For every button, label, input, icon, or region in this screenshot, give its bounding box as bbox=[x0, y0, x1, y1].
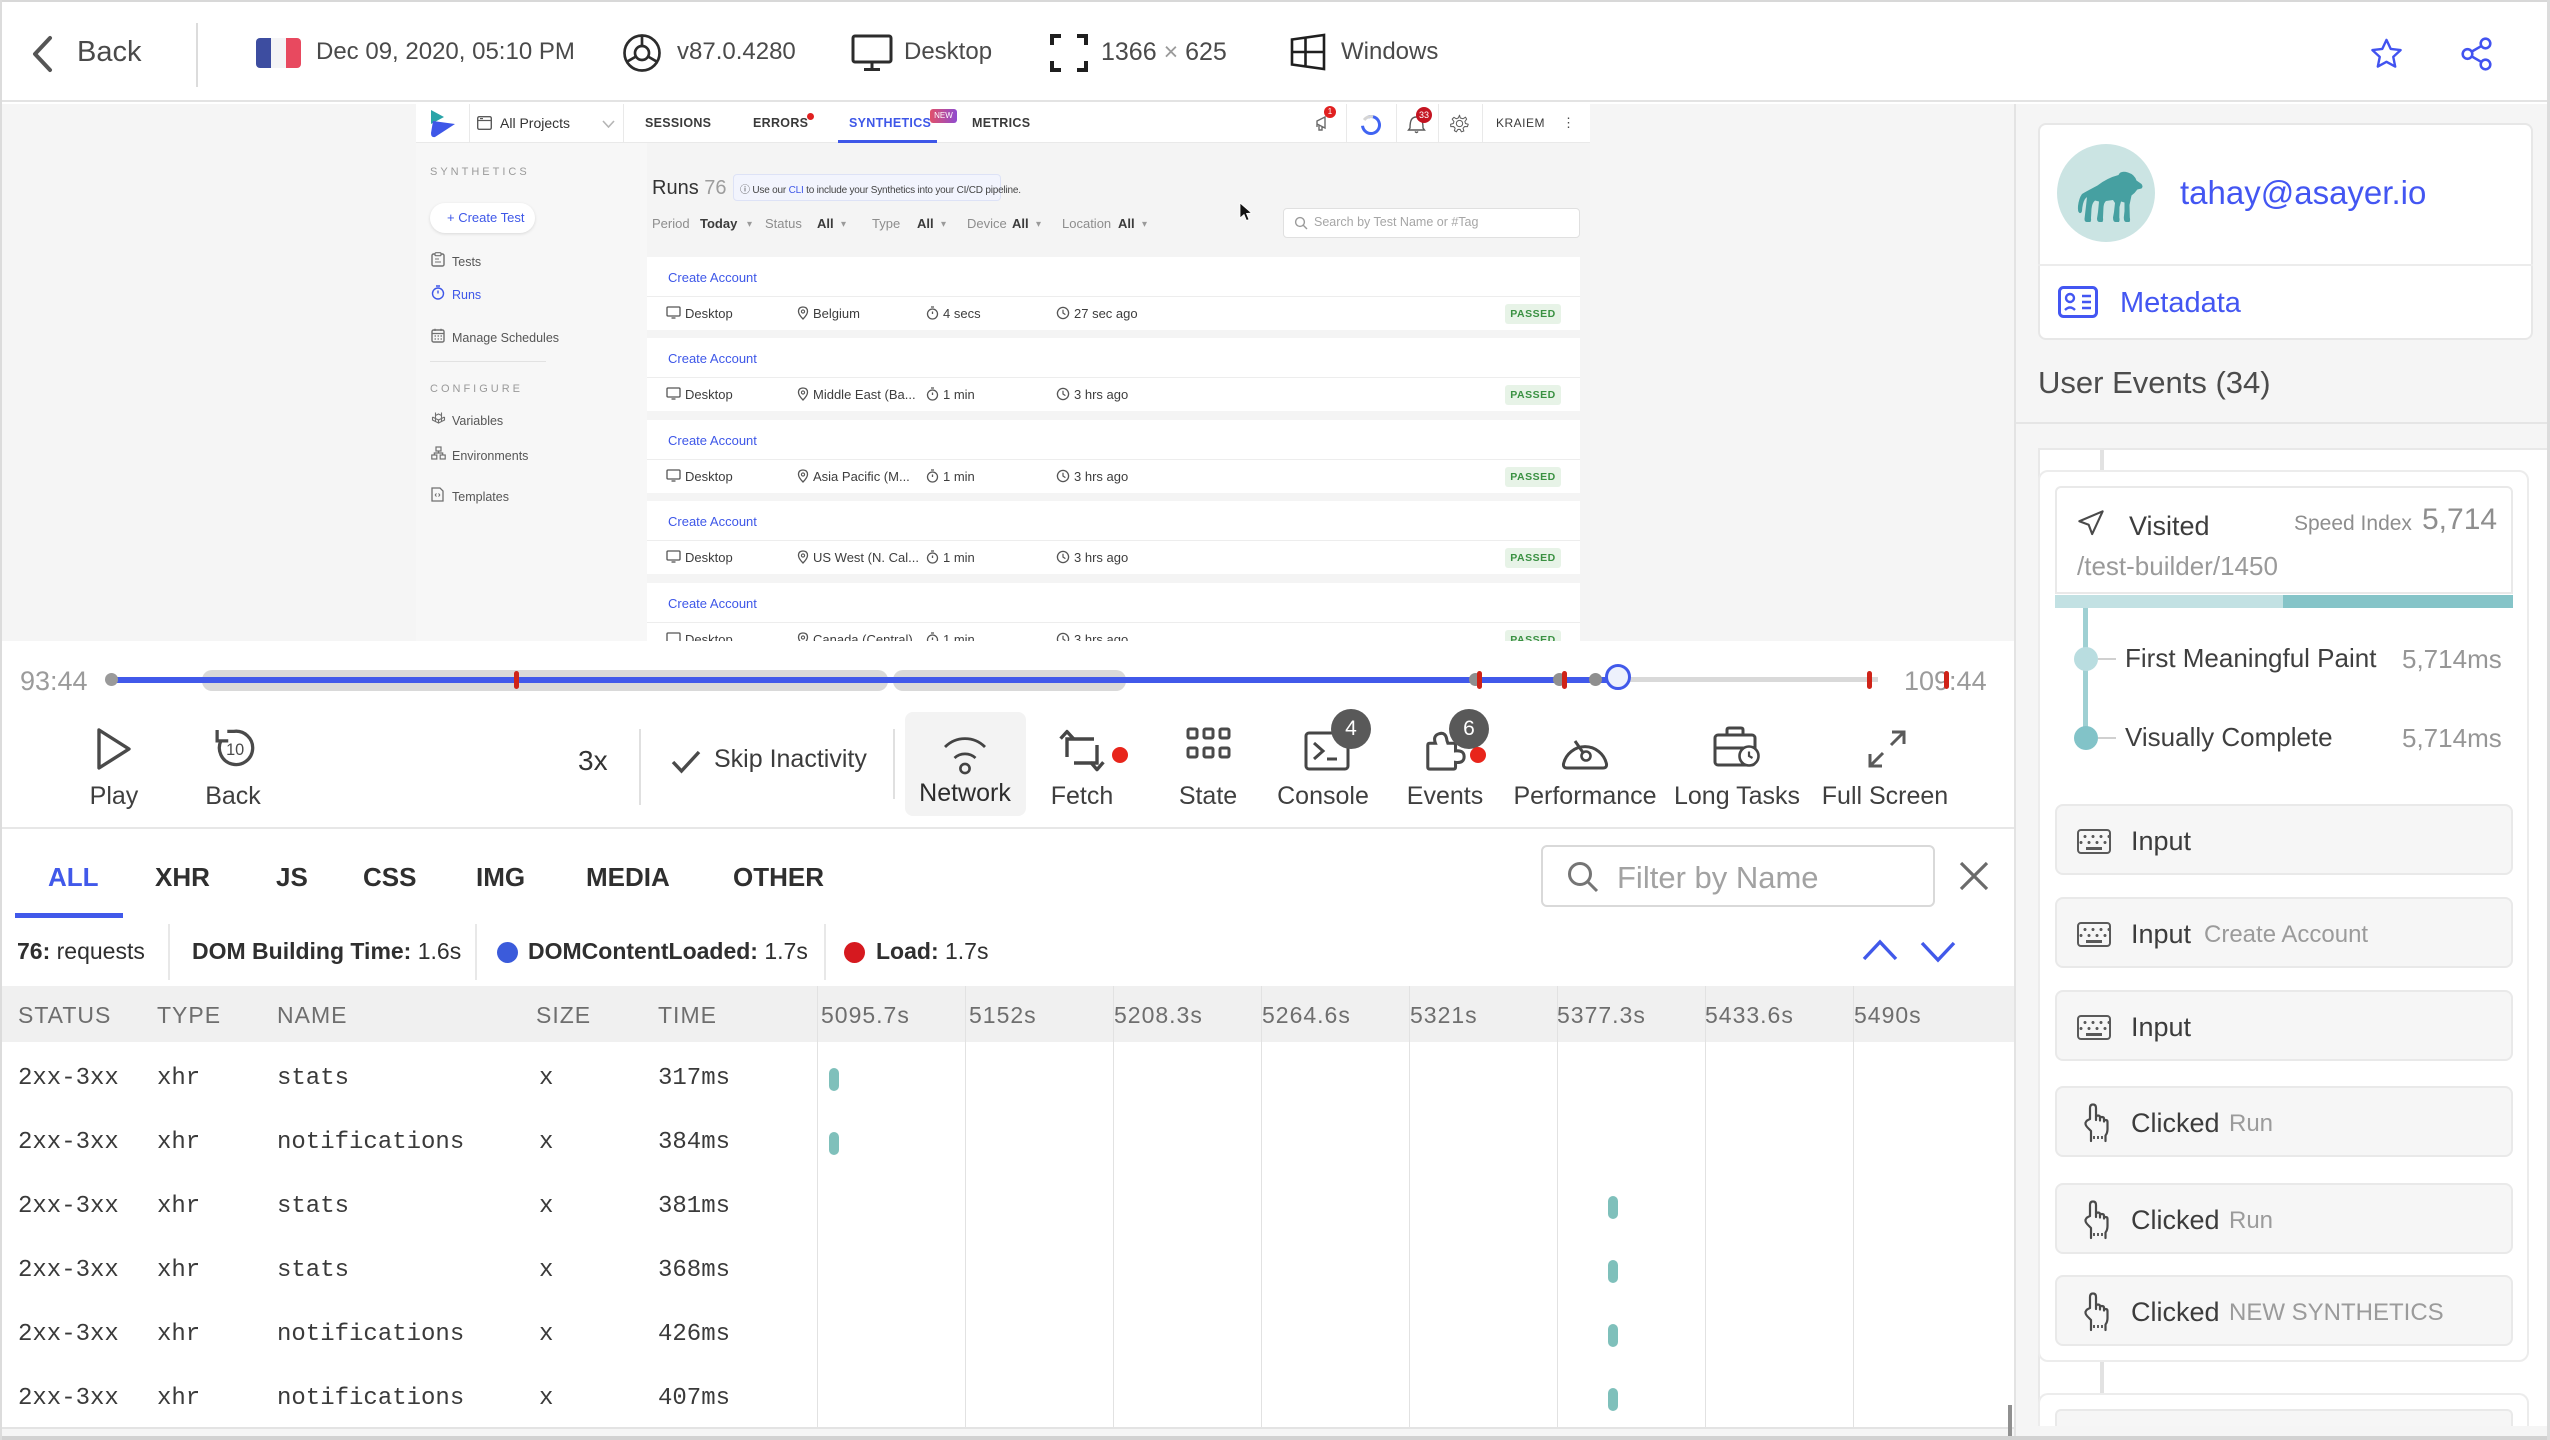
svg-text:10: 10 bbox=[226, 741, 244, 759]
